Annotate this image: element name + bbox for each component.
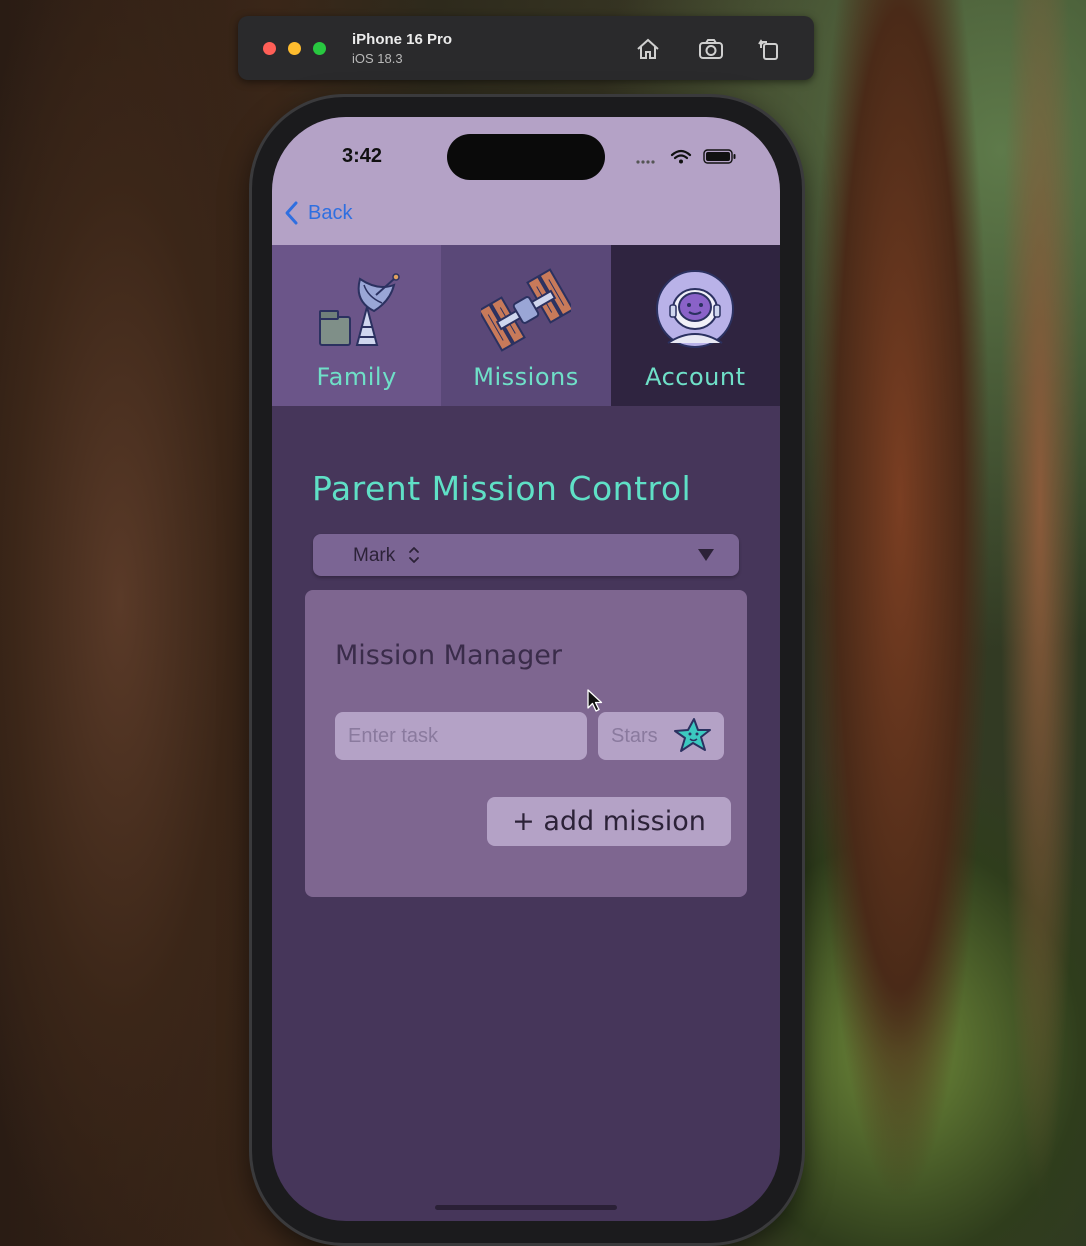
tab-missions-label: Missions [473,363,579,391]
minimize-window-button[interactable] [288,42,301,55]
rotate-icon[interactable] [756,36,782,62]
os-version: iOS 18.3 [352,51,403,66]
space-station-icon [480,268,571,352]
add-mission-button[interactable]: + add mission [487,797,731,846]
child-picker[interactable]: Mark [313,534,739,576]
status-time: 3:42 [342,145,383,167]
child-picker-value: Mark [353,545,396,566]
chevron-up-down-icon [409,547,419,563]
chevron-left-icon [285,201,298,225]
astronaut-icon [656,270,735,348]
tab-bar: Family Missions Account [272,245,780,406]
zoom-window-button[interactable] [313,42,326,55]
home-icon[interactable] [635,36,661,62]
wifi-icon [670,149,692,160]
cellular-icon [636,160,655,164]
mission-manager-title: Mission Manager [335,640,562,671]
screenshot-icon[interactable] [698,36,724,62]
mission-manager-card: Mission Manager + add mission [305,590,747,897]
iphone-frame: 3:42 Back Family Missions Account Parent… [252,97,802,1243]
home-indicator [435,1205,617,1210]
mouse-pointer-icon [587,689,603,712]
tab-family[interactable]: Family [272,245,442,406]
back-label: Back [308,201,353,224]
dynamic-island [447,134,605,180]
stars-input[interactable] [598,712,678,760]
tab-missions[interactable]: Missions [441,245,611,406]
page-title: Parent Mission Control [312,469,692,508]
satellite-dish-icon [318,273,400,346]
tab-family-label: Family [316,363,397,391]
stars-field [598,712,724,760]
task-input[interactable] [335,712,587,760]
battery-icon [703,149,736,164]
simulator-toolbar: iPhone 16 Pro iOS 18.3 [238,16,814,80]
back-button[interactable]: Back [282,199,352,227]
status-and-nav-bar: 3:42 Back [272,117,780,245]
close-window-button[interactable] [263,42,276,55]
tab-account[interactable]: Account [610,245,780,406]
tab-account-label: Account [645,363,746,391]
status-icons [636,147,746,167]
dropdown-arrow-icon [698,549,714,561]
app-screen: 3:42 Back Family Missions Account Parent… [272,117,780,1221]
star-icon [674,718,711,752]
device-name: iPhone 16 Pro [352,31,453,48]
